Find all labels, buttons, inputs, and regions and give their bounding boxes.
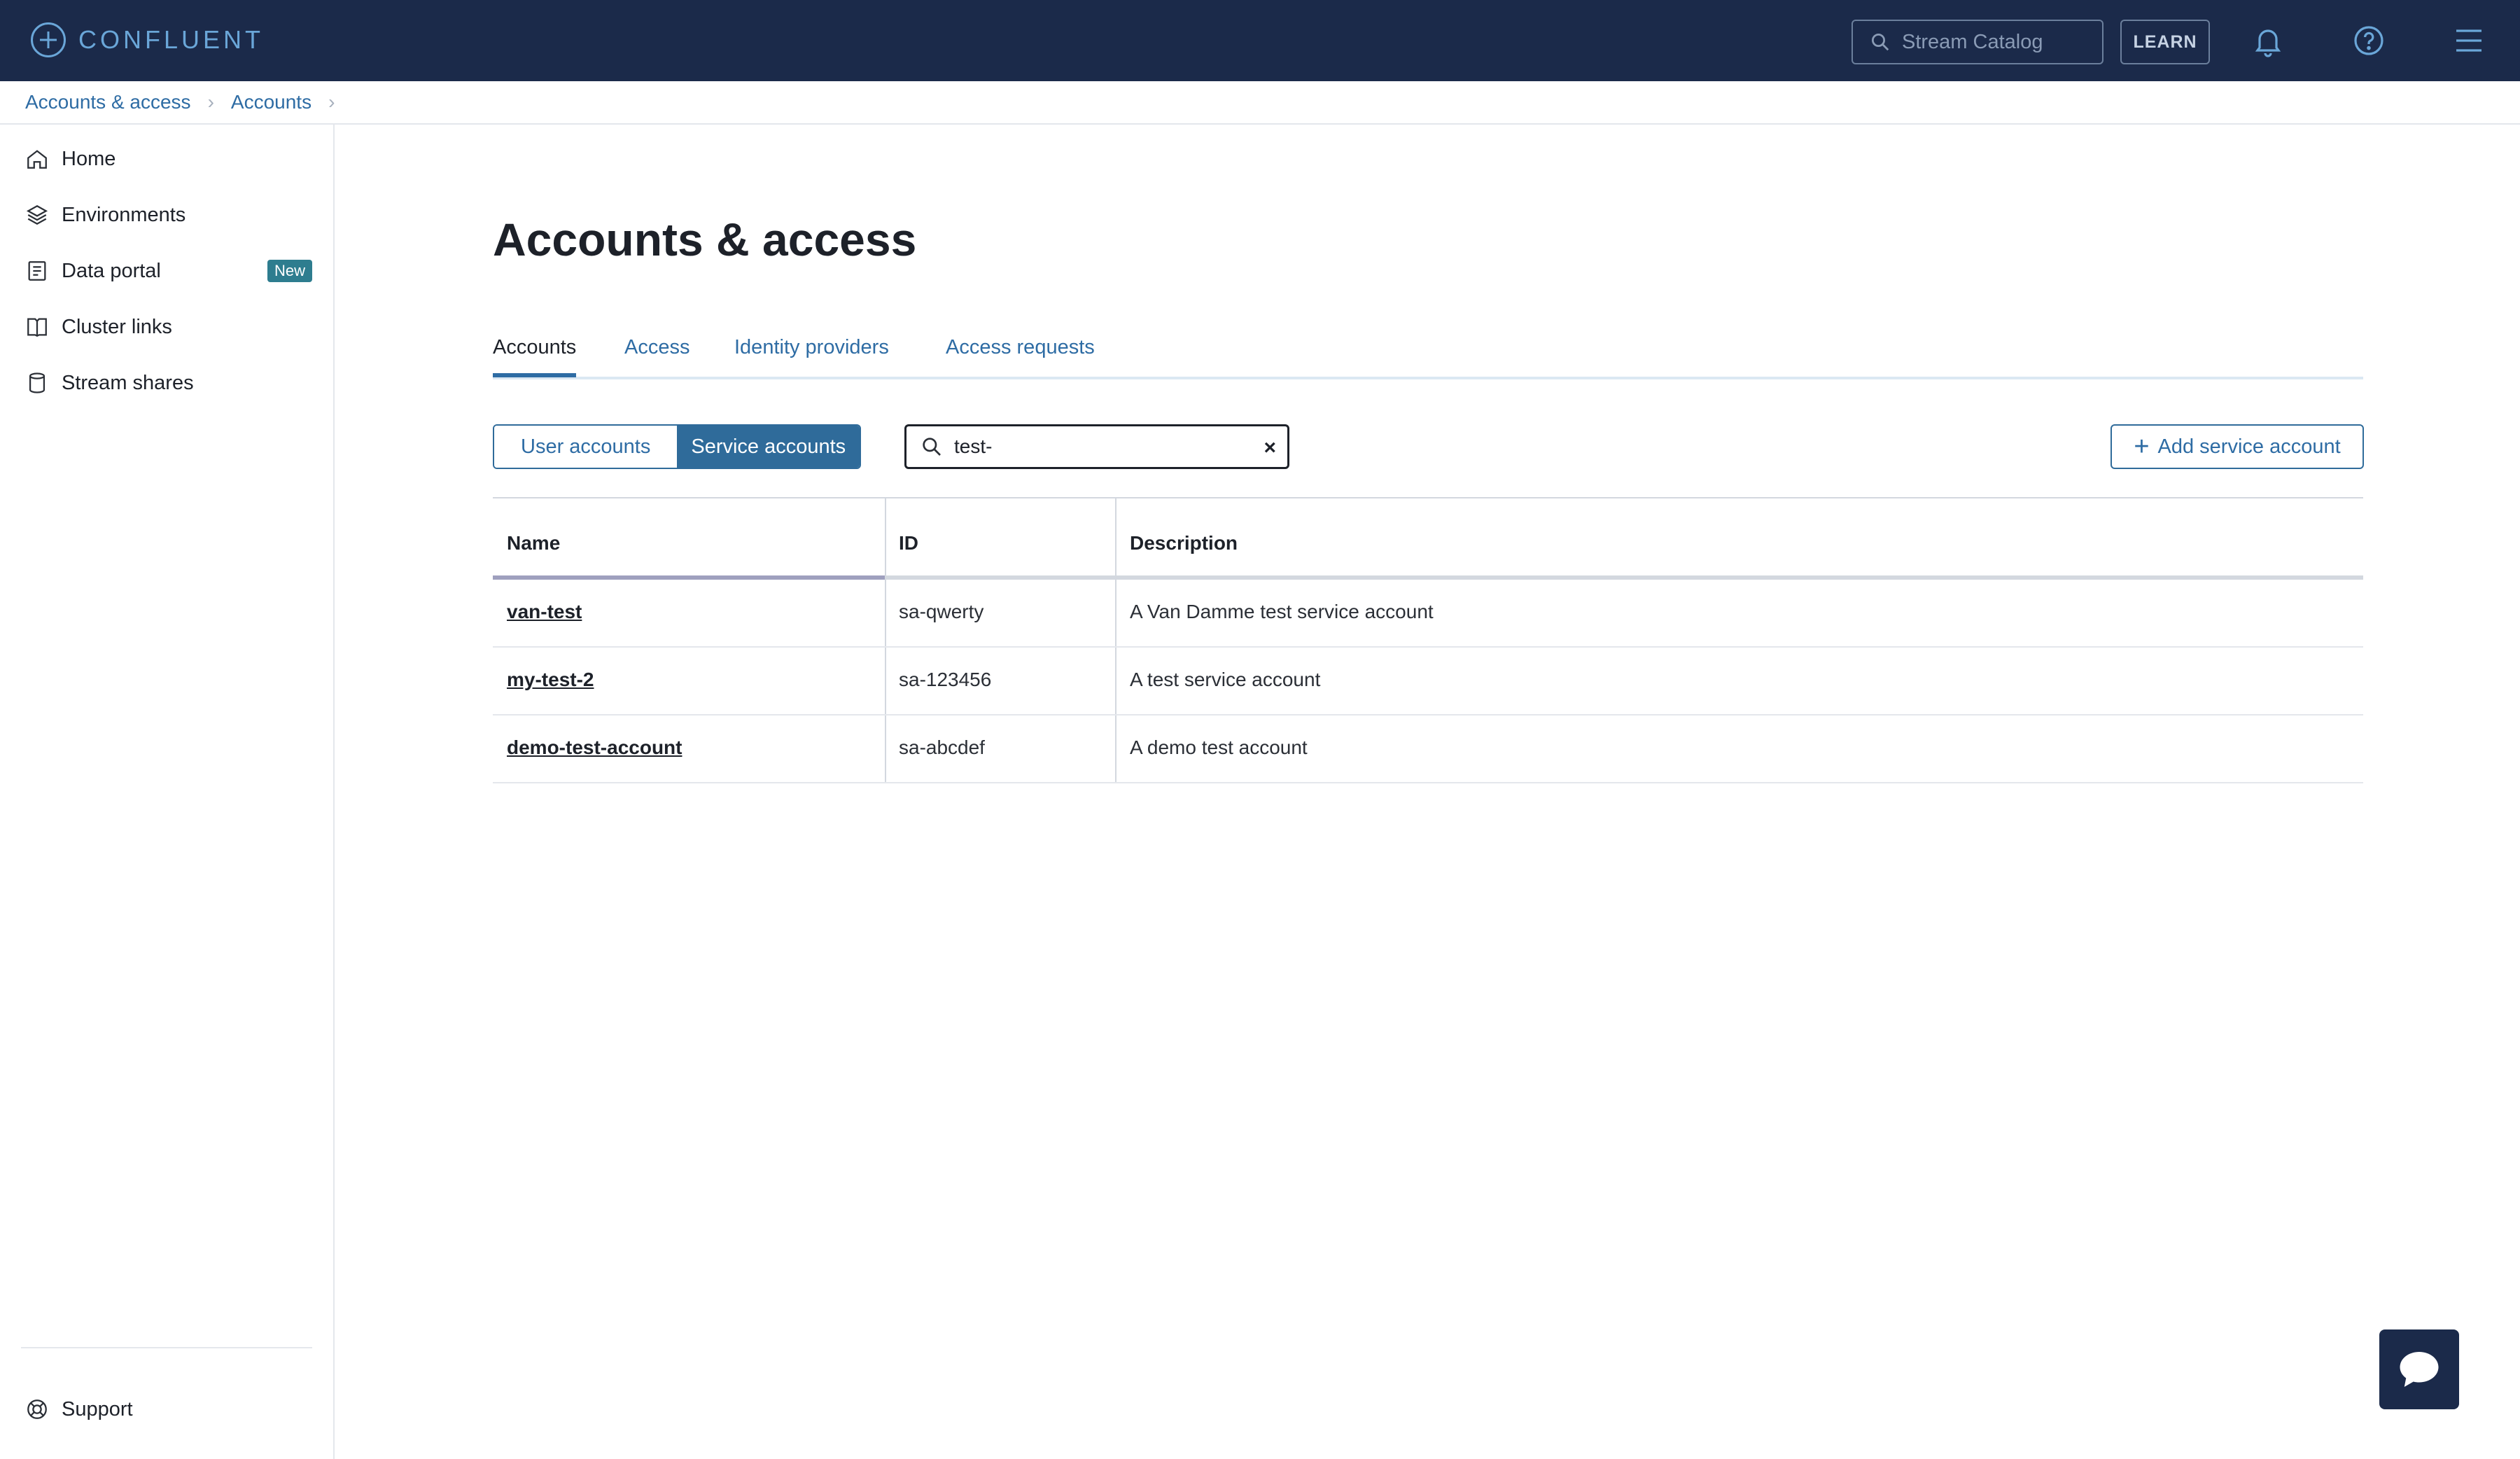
chevron-right-icon: › <box>207 91 214 113</box>
tab-access[interactable]: Access <box>624 336 690 373</box>
tab-identity-providers[interactable]: Identity providers <box>734 336 889 373</box>
sidebar-item-data-portal[interactable]: Data portal New <box>25 253 312 288</box>
chevron-right-icon: › <box>328 91 335 113</box>
account-filter[interactable]: × <box>904 424 1289 469</box>
book-link-icon <box>27 318 47 337</box>
top-navigation-bar: CONFLUENT LEARN <box>0 0 2520 81</box>
add-service-account-button[interactable]: + Add service account <box>2110 424 2364 469</box>
sidebar-divider <box>21 1347 312 1348</box>
account-id: sa-123456 <box>899 669 992 690</box>
main-menu-button[interactable] <box>2449 21 2488 60</box>
notifications-button[interactable] <box>2248 21 2288 60</box>
sidebar-item-support[interactable]: Support <box>25 1392 312 1427</box>
add-service-account-label: Add service account <box>2157 435 2341 458</box>
chat-bubble-icon <box>2400 1352 2439 1387</box>
column-divider <box>885 648 886 714</box>
search-icon <box>923 438 941 456</box>
sidebar-item-cluster-links[interactable]: Cluster links <box>25 309 312 344</box>
sidebar-item-label: Cluster links <box>62 315 172 338</box>
stream-catalog-input[interactable] <box>1900 29 2099 55</box>
breadcrumb-accounts[interactable]: Accounts <box>231 91 312 113</box>
database-icon <box>29 372 46 393</box>
sidebar-item-label: Data portal <box>62 259 161 282</box>
column-divider <box>885 715 886 782</box>
sidebar-item-home[interactable]: Home <box>25 141 312 176</box>
plus-icon: + <box>2134 432 2150 461</box>
sidebar: Home Environments Data portal New Cluste… <box>0 125 335 1459</box>
account-name-link[interactable]: demo-test-account <box>507 737 682 759</box>
new-badge: New <box>267 260 312 282</box>
column-divider <box>885 580 886 646</box>
help-button[interactable] <box>2349 21 2388 60</box>
tab-bar: Accounts Access Identity providers Acces… <box>493 329 2363 379</box>
account-description: A test service account <box>1130 669 1321 690</box>
user-accounts-button[interactable]: User accounts <box>494 426 678 468</box>
service-accounts-button[interactable]: Service accounts <box>677 426 860 468</box>
chat-support-button[interactable] <box>2379 1329 2459 1409</box>
column-divider <box>1115 580 1116 646</box>
table-header: Name ID Description <box>493 498 2363 580</box>
account-name-link[interactable]: van-test <box>507 601 582 623</box>
clear-filter-icon[interactable]: × <box>1264 436 1276 460</box>
column-divider <box>1115 498 1116 575</box>
account-type-toggle: User accounts Service accounts <box>493 424 862 469</box>
search-icon <box>1872 34 1889 51</box>
table-row[interactable]: demo-test-account sa-abcdef A demo test … <box>493 715 2363 783</box>
column-divider <box>885 498 886 575</box>
stream-catalog-search[interactable] <box>1851 20 2104 64</box>
column-header-id[interactable]: ID <box>899 532 918 554</box>
service-accounts-table: Name ID Description van-test sa-qwerty A… <box>493 497 2363 783</box>
sidebar-item-stream-shares[interactable]: Stream shares <box>25 365 312 400</box>
breadcrumb: Accounts & access › Accounts › <box>0 81 2520 125</box>
table-row[interactable]: van-test sa-qwerty A Van Damme test serv… <box>493 580 2363 648</box>
sidebar-item-label: Environments <box>62 203 186 226</box>
bell-icon <box>2255 29 2281 57</box>
sidebar-item-environments[interactable]: Environments <box>25 197 312 232</box>
help-icon <box>2354 26 2384 55</box>
sidebar-item-label: Support <box>62 1397 133 1420</box>
hamburger-menu-icon <box>2456 29 2482 52</box>
brand-name: CONFLUENT <box>78 25 265 54</box>
account-id: sa-qwerty <box>899 601 984 622</box>
column-header-name[interactable]: Name <box>507 532 560 554</box>
sidebar-item-label: Stream shares <box>62 371 194 394</box>
page-title: Accounts & access <box>493 214 917 265</box>
column-header-description[interactable]: Description <box>1130 532 1238 554</box>
table-row[interactable]: my-test-2 sa-123456 A test service accou… <box>493 648 2363 715</box>
account-description: A demo test account <box>1130 737 1308 758</box>
account-id: sa-abcdef <box>899 737 985 758</box>
support-lifebuoy-icon <box>27 1399 47 1419</box>
confluent-logo-icon <box>31 22 66 57</box>
confluent-logo[interactable]: CONFLUENT <box>31 22 264 57</box>
learn-button[interactable]: LEARN <box>2120 20 2210 64</box>
tab-accounts[interactable]: Accounts <box>493 336 577 377</box>
column-divider <box>1115 648 1116 714</box>
account-description: A Van Damme test service account <box>1130 601 1434 622</box>
column-divider <box>1115 715 1116 782</box>
home-icon <box>27 150 47 169</box>
tab-access-requests[interactable]: Access requests <box>946 336 1095 373</box>
sidebar-item-label: Home <box>62 147 116 170</box>
filter-input[interactable] <box>953 435 1236 459</box>
layers-icon <box>26 204 48 225</box>
breadcrumb-accounts-access[interactable]: Accounts & access <box>25 91 191 113</box>
document-icon <box>28 261 46 281</box>
account-name-link[interactable]: my-test-2 <box>507 669 594 691</box>
